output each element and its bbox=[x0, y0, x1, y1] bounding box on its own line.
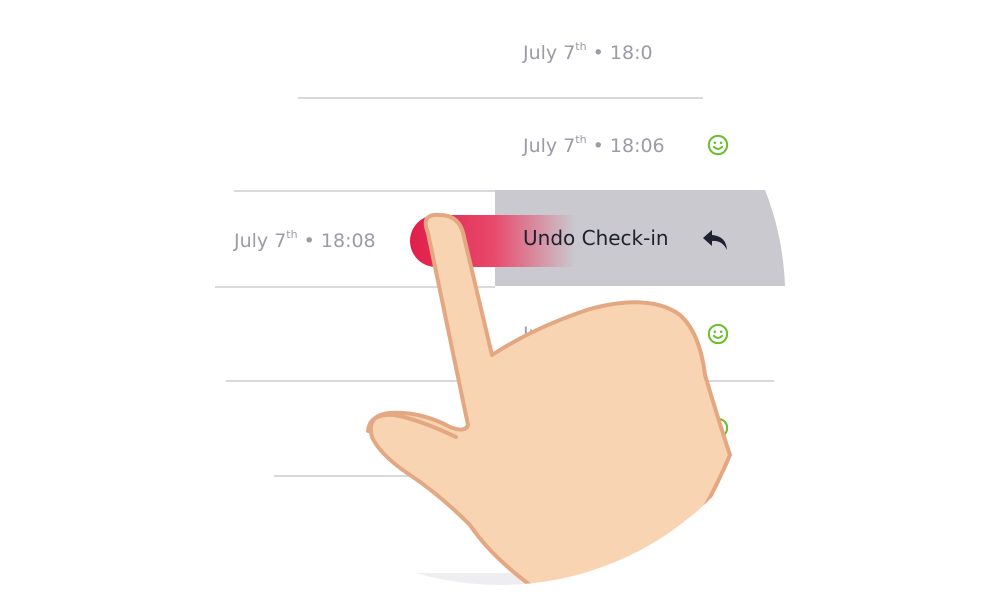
row-3-ordinal: th bbox=[286, 228, 298, 241]
row-1-date: July 7 bbox=[523, 42, 576, 64]
checkin-list-illustration: July 7th • 18:0 July 7th • 18:06 July 7t… bbox=[0, 0, 1000, 600]
row-divider bbox=[234, 190, 496, 192]
row-2-time: • 18:06 bbox=[592, 135, 665, 157]
row-3-timestamp: July 7th • 18:08 bbox=[234, 228, 376, 252]
row-2-ordinal: th bbox=[575, 133, 587, 146]
pointing-hand-icon bbox=[366, 212, 732, 593]
row-divider bbox=[298, 97, 703, 99]
row-2-date: July 7 bbox=[523, 135, 576, 157]
smiley-face-icon bbox=[707, 134, 729, 156]
row-2-timestamp: July 7th • 18:06 bbox=[523, 133, 665, 157]
row-1-time: • 18:0 bbox=[592, 42, 653, 64]
row-1-ordinal: th bbox=[575, 40, 587, 53]
row-1-timestamp: July 7th • 18:0 bbox=[523, 40, 653, 64]
row-3-date: July 7 bbox=[234, 230, 287, 252]
